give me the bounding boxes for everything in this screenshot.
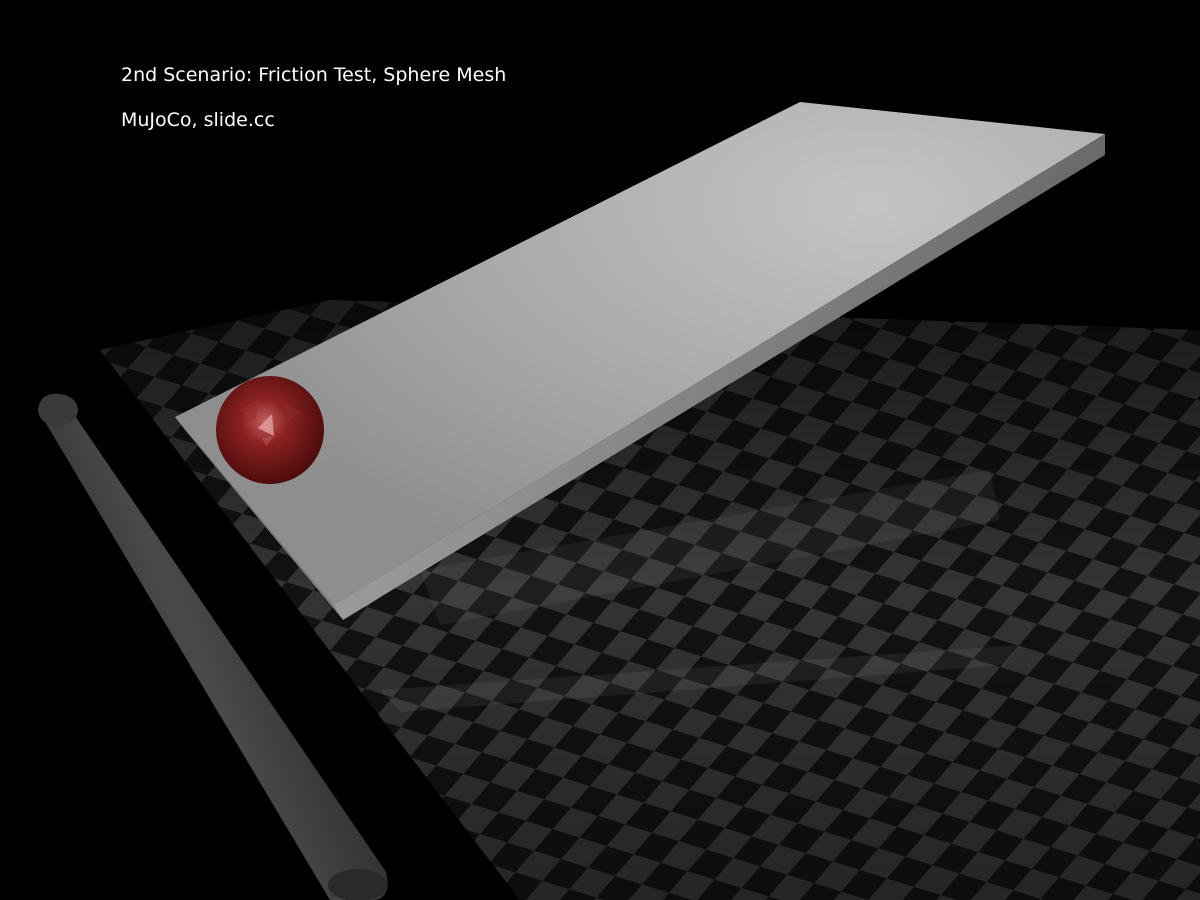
engine-subtitle: MuJoCo, slide.cc [121, 109, 275, 131]
scenario-title: 2nd Scenario: Friction Test, Sphere Mesh [121, 64, 507, 86]
simulation-viewport [38, 102, 1200, 900]
red-sphere-mesh [216, 376, 324, 484]
